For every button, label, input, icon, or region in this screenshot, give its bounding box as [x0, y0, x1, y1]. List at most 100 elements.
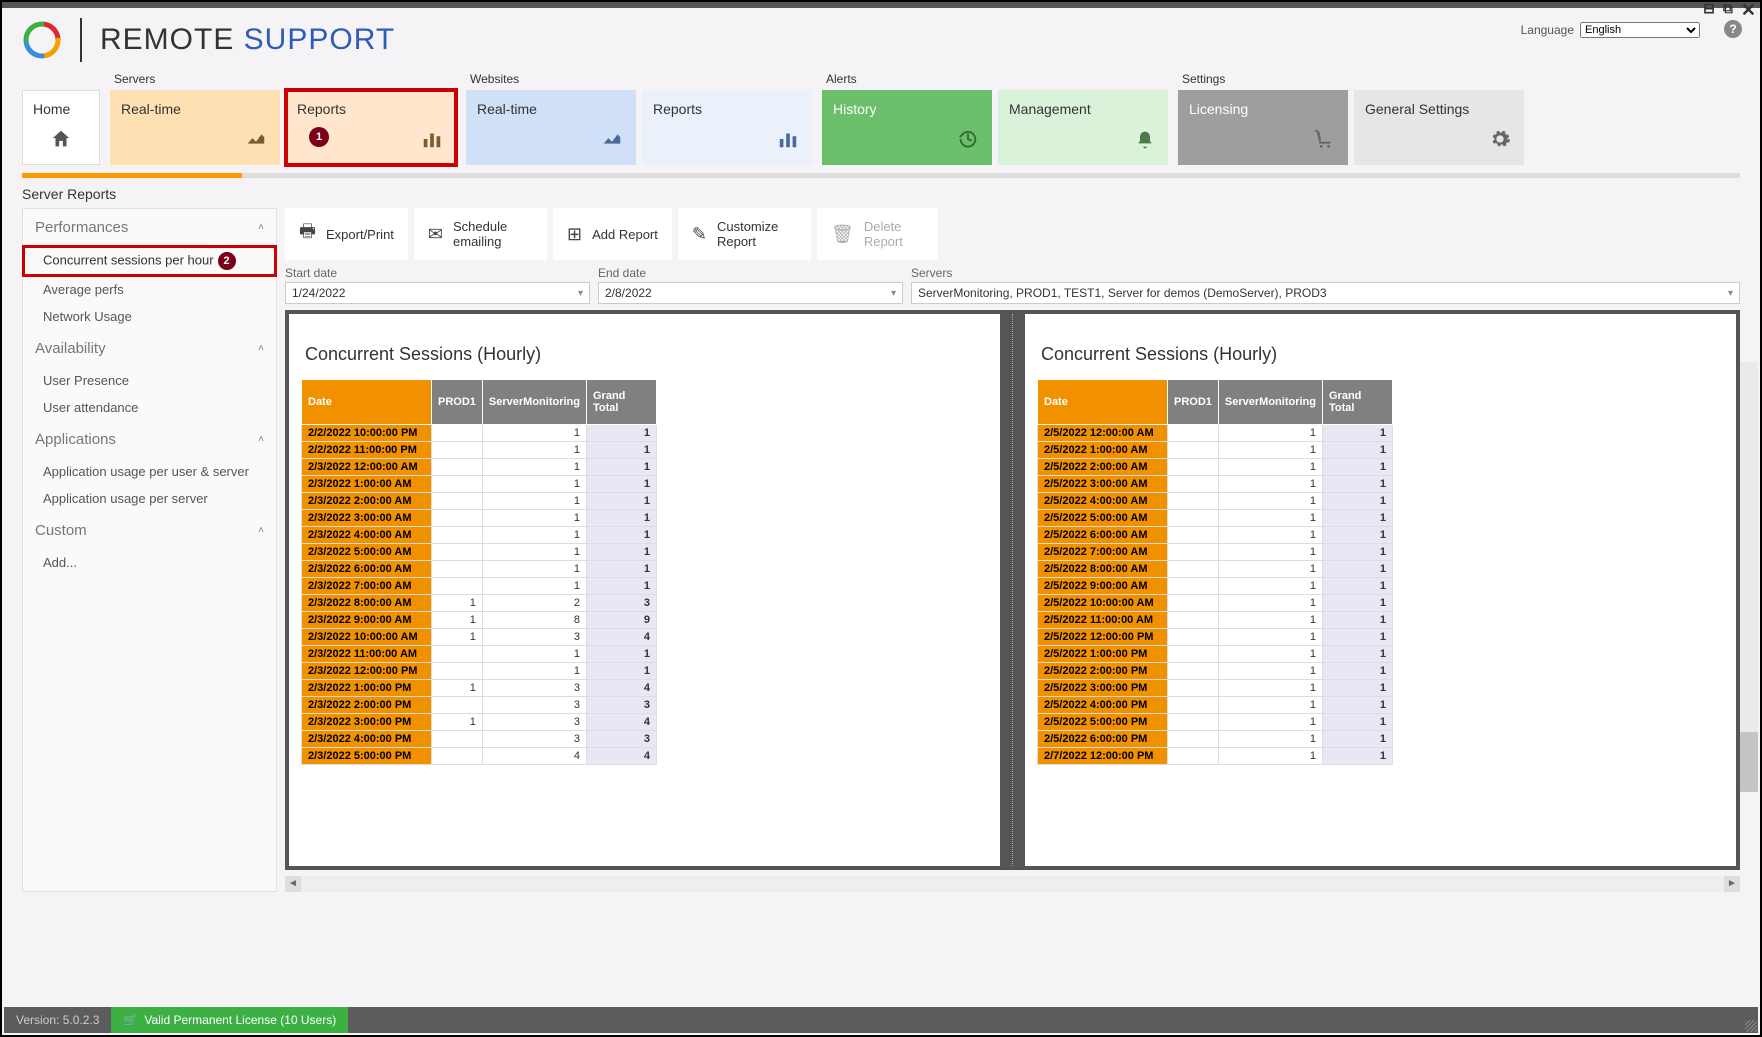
license-status[interactable]: 🛒 Valid Permanent License (10 Users) [111, 1007, 348, 1033]
schedule-emailing-button[interactable]: ✉Schedule emailing [414, 208, 547, 260]
start-date-label: Start date [285, 266, 590, 280]
chevron-up-icon: ˄ [258, 525, 264, 536]
tab-websites-reports[interactable]: Reports [642, 90, 812, 165]
servers-filter-label: Servers [911, 266, 1740, 280]
sidebar-item-network-usage[interactable]: Network Usage [23, 303, 276, 330]
table-row: 2/3/2022 3:00:00 PM134 [302, 714, 657, 731]
tab-alerts-history[interactable]: History [822, 90, 992, 165]
realtime-icon [601, 128, 623, 156]
table-row: 2/3/2022 1:00:00 PM134 [302, 680, 657, 697]
brand-text: REMOTE SUPPORT [100, 23, 395, 57]
table-row: 2/5/2022 8:00:00 AM11 [1038, 561, 1393, 578]
end-date-input[interactable]: 2/8/2022▾ [598, 282, 903, 304]
tab-settings-general[interactable]: General Settings [1354, 90, 1524, 165]
table-row: 2/3/2022 2:00:00 AM11 [302, 493, 657, 510]
col-servermonitoring: ServerMonitoring [1218, 380, 1322, 425]
group-alerts-label: Alerts [822, 72, 1168, 86]
realtime-icon [245, 128, 267, 156]
col-prod1: PROD1 [1168, 380, 1219, 425]
send-clock-icon: ✉ [428, 224, 443, 245]
add-report-button[interactable]: ⊞Add Report [553, 208, 672, 260]
table-row: 2/5/2022 6:00:00 PM11 [1038, 731, 1393, 748]
col-servermonitoring: ServerMonitoring [482, 380, 586, 425]
table-row: 2/3/2022 12:00:00 AM11 [302, 459, 657, 476]
report-page-1: Concurrent Sessions (Hourly) Date PROD1 … [289, 314, 1000, 866]
report-preview: Concurrent Sessions (Hourly) Date PROD1 … [285, 310, 1740, 870]
version-label: Version: 5.0.2.3 [4, 1007, 111, 1033]
chevron-down-icon: ▾ [891, 288, 896, 299]
table-row: 2/5/2022 5:00:00 AM11 [1038, 510, 1393, 527]
sidebar-item-add-custom[interactable]: Add... [23, 549, 276, 576]
home-icon [50, 128, 72, 156]
col-prod1: PROD1 [432, 380, 483, 425]
start-date-input[interactable]: 1/24/2022▾ [285, 282, 590, 304]
sidebar-item-app-per-user[interactable]: Application usage per user & server [23, 458, 276, 485]
vertical-scroll-thumb[interactable] [1740, 732, 1758, 792]
tab-home[interactable]: Home [22, 90, 100, 165]
help-icon[interactable]: ? [1724, 20, 1742, 38]
sidebar-group-applications[interactable]: Applications˄ [23, 421, 276, 458]
bars-icon [421, 128, 443, 156]
table-row: 2/3/2022 9:00:00 AM189 [302, 612, 657, 629]
table-row: 2/3/2022 3:00:00 AM11 [302, 510, 657, 527]
table-row: 2/5/2022 7:00:00 AM11 [1038, 544, 1393, 561]
customize-report-button[interactable]: ✎Customize Report [678, 208, 811, 260]
table-row: 2/5/2022 12:00:00 PM11 [1038, 629, 1393, 646]
report-table: Date PROD1 ServerMonitoring Grand Total … [301, 379, 657, 765]
table-row: 2/7/2022 12:00:00 PM11 [1038, 748, 1393, 765]
nav-underline [22, 173, 1740, 178]
language-select[interactable]: English [1580, 22, 1700, 38]
scroll-left-icon[interactable]: ◄ [285, 876, 301, 892]
table-row: 2/3/2022 2:00:00 PM33 [302, 697, 657, 714]
gear-icon [1489, 128, 1511, 156]
group-servers-label: Servers [110, 72, 456, 86]
delete-report-button[interactable]: 🗑Delete Report [817, 208, 938, 260]
table-row: 2/5/2022 5:00:00 PM11 [1038, 714, 1393, 731]
table-row: 2/3/2022 10:00:00 AM134 [302, 629, 657, 646]
cart-icon: 🛒 [123, 1013, 138, 1027]
sidebar-item-user-attendance[interactable]: User attendance [23, 394, 276, 421]
table-row: 2/5/2022 11:00:00 AM11 [1038, 612, 1393, 629]
table-row: 2/5/2022 1:00:00 PM11 [1038, 646, 1393, 663]
tab-servers-realtime[interactable]: Real-time [110, 90, 280, 165]
sidebar-group-performances[interactable]: Performances˄ [23, 209, 276, 246]
table-row: 2/5/2022 6:00:00 AM11 [1038, 527, 1393, 544]
horizontal-scrollbar[interactable]: ◄ ► [285, 876, 1740, 892]
pencil-icon: ✎ [692, 224, 707, 245]
table-row: 2/5/2022 3:00:00 PM11 [1038, 680, 1393, 697]
sidebar-item-user-presence[interactable]: User Presence [23, 367, 276, 394]
table-row: 2/5/2022 4:00:00 AM11 [1038, 493, 1393, 510]
tab-alerts-management[interactable]: Management [998, 90, 1168, 165]
export-print-button[interactable]: 🖶Export/Print [285, 208, 408, 260]
tab-settings-licensing[interactable]: Licensing [1178, 90, 1348, 165]
scroll-right-icon[interactable]: ► [1724, 876, 1740, 892]
table-row: 2/3/2022 5:00:00 PM44 [302, 748, 657, 765]
sidebar-group-custom[interactable]: Custom˄ [23, 512, 276, 549]
report-page-2: Concurrent Sessions (Hourly) Date PROD1 … [1025, 314, 1736, 866]
table-row: 2/3/2022 4:00:00 PM33 [302, 731, 657, 748]
sidebar-item-average-perfs[interactable]: Average perfs [23, 276, 276, 303]
resize-grip-icon[interactable] [1745, 1020, 1757, 1032]
end-date-label: End date [598, 266, 903, 280]
table-row: 2/5/2022 10:00:00 AM11 [1038, 595, 1393, 612]
table-row: 2/5/2022 2:00:00 PM11 [1038, 663, 1393, 680]
sidebar-item-app-per-server[interactable]: Application usage per server [23, 485, 276, 512]
report-sidebar: Performances˄ Concurrent sessions per ho… [22, 208, 277, 892]
sidebar-group-availability[interactable]: Availability˄ [23, 330, 276, 367]
cart-icon [1313, 128, 1335, 156]
servers-filter-input[interactable]: ServerMonitoring, PROD1, TEST1, Server f… [911, 282, 1740, 304]
table-row: 2/3/2022 11:00:00 AM11 [302, 646, 657, 663]
table-row: 2/3/2022 5:00:00 AM11 [302, 544, 657, 561]
table-row: 2/3/2022 1:00:00 AM11 [302, 476, 657, 493]
group-websites-label: Websites [466, 72, 812, 86]
table-row: 2/5/2022 3:00:00 AM11 [1038, 476, 1393, 493]
col-grandtotal: Grand Total [586, 380, 656, 425]
tab-websites-realtime[interactable]: Real-time [466, 90, 636, 165]
sidebar-item-concurrent-sessions[interactable]: Concurrent sessions per hour2 [23, 246, 276, 276]
group-settings-label: Settings [1178, 72, 1524, 86]
print-icon: 🖶 [299, 219, 316, 249]
vertical-scrollbar[interactable] [1740, 362, 1758, 792]
tab-servers-reports[interactable]: Reports 1 [286, 90, 456, 165]
annotation-badge-2: 2 [218, 252, 236, 270]
table-row: 2/2/2022 10:00:00 PM11 [302, 425, 657, 442]
